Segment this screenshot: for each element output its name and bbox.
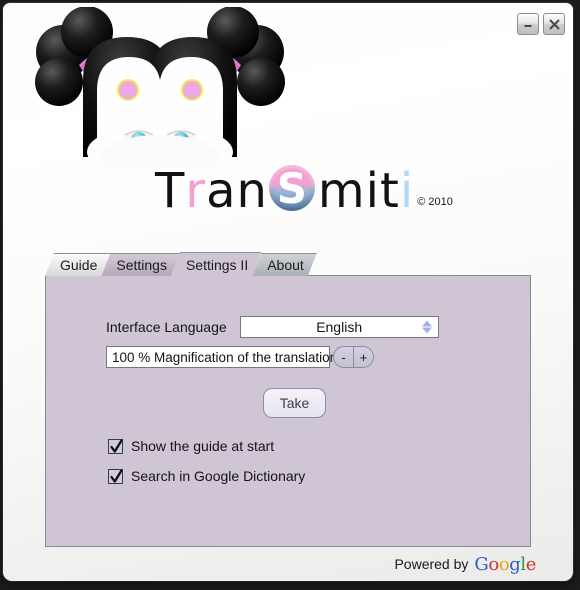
checkbox-search-dictionary-label: Search in Google Dictionary: [131, 468, 306, 484]
magnification-increase-button[interactable]: +: [353, 347, 373, 367]
minimize-icon: [524, 25, 532, 27]
window-controls: [517, 13, 565, 35]
copyright-text: © 2010: [417, 196, 453, 208]
take-button-label: Take: [279, 395, 310, 411]
settings-panel: Interface Language English 100 % Magnifi…: [45, 275, 531, 547]
powered-by-google: Powered by Google: [394, 553, 536, 575]
stepper-arrows[interactable]: [421, 320, 432, 334]
wordmark-letter-s: S: [276, 163, 308, 213]
mascot-logo: [25, 6, 295, 180]
magnification-input[interactable]: 100 % Magnification of the translation: [106, 346, 337, 368]
checkbox-box: [108, 438, 123, 454]
tab-settings-ii-label: Settings II: [185, 256, 249, 273]
interface-language-select[interactable]: English: [239, 316, 439, 338]
interface-language-row: Interface Language English: [106, 316, 439, 338]
powered-by-text: Powered by: [394, 556, 469, 572]
minimize-button[interactable]: [517, 13, 539, 35]
interface-language-value: English: [316, 319, 363, 335]
wordmark-letter-i1: i: [365, 163, 381, 219]
tab-settings-label: Settings: [116, 257, 167, 273]
wordmark-letter-i2: i: [399, 163, 415, 219]
tab-settings-ii[interactable]: Settings II: [171, 252, 261, 276]
tab-guide[interactable]: Guide: [45, 253, 110, 276]
application-window: T r a n S m i t i © 2010 Guide Settings …: [3, 3, 573, 581]
tab-about-label: About: [267, 257, 304, 273]
wordmark-letter-n: n: [236, 163, 268, 219]
checkbox-show-guide-at-start[interactable]: Show the guide at start: [108, 438, 274, 454]
branding-area: T r a n S m i t i © 2010: [3, 3, 573, 243]
google-letter-g2: g: [509, 554, 521, 575]
check-icon: [110, 468, 123, 483]
check-icon: [110, 438, 123, 453]
wordmark-letter-t: T: [155, 163, 186, 219]
close-button[interactable]: [543, 13, 565, 35]
magnification-value: 100 % Magnification of the translation: [112, 349, 338, 365]
tab-bar: Guide Settings Settings II About: [45, 252, 308, 276]
wordmark-sphere-s: S: [268, 163, 317, 213]
sphere-icon: [268, 165, 315, 211]
application-root: T r a n S m i t i © 2010 Guide Settings …: [0, 0, 580, 590]
google-letter-o2: o: [498, 554, 510, 575]
checkbox-search-google-dictionary[interactable]: Search in Google Dictionary: [108, 468, 305, 484]
triangle-up-icon: [421, 320, 432, 327]
wordmark: T r a n S m i t i © 2010: [155, 159, 453, 219]
tab-guide-label: Guide: [60, 257, 98, 273]
wordmark-letter-r: r: [185, 163, 207, 219]
checkbox-show-guide-label: Show the guide at start: [131, 438, 275, 454]
interface-language-label: Interface Language: [106, 319, 227, 335]
close-icon: [549, 19, 559, 29]
google-letter-o1: o: [488, 554, 499, 575]
google-letter-g1: G: [474, 554, 489, 575]
tab-about[interactable]: About: [252, 253, 317, 276]
magnification-row: 100 % Magnification of the translation -…: [106, 346, 374, 368]
wordmark-letter-m: m: [317, 163, 366, 219]
checkbox-box: [108, 468, 123, 484]
wordmark-letter-a: a: [206, 163, 237, 219]
triangle-down-icon: [421, 327, 432, 334]
tab-settings[interactable]: Settings: [101, 253, 180, 276]
google-logo: Google: [474, 554, 536, 575]
magnification-stepper: - +: [333, 346, 374, 368]
google-letter-e: e: [525, 554, 537, 575]
magnification-decrease-button[interactable]: -: [334, 347, 353, 367]
take-button[interactable]: Take: [263, 388, 326, 418]
wordmark-letter-t2: t: [380, 163, 400, 219]
